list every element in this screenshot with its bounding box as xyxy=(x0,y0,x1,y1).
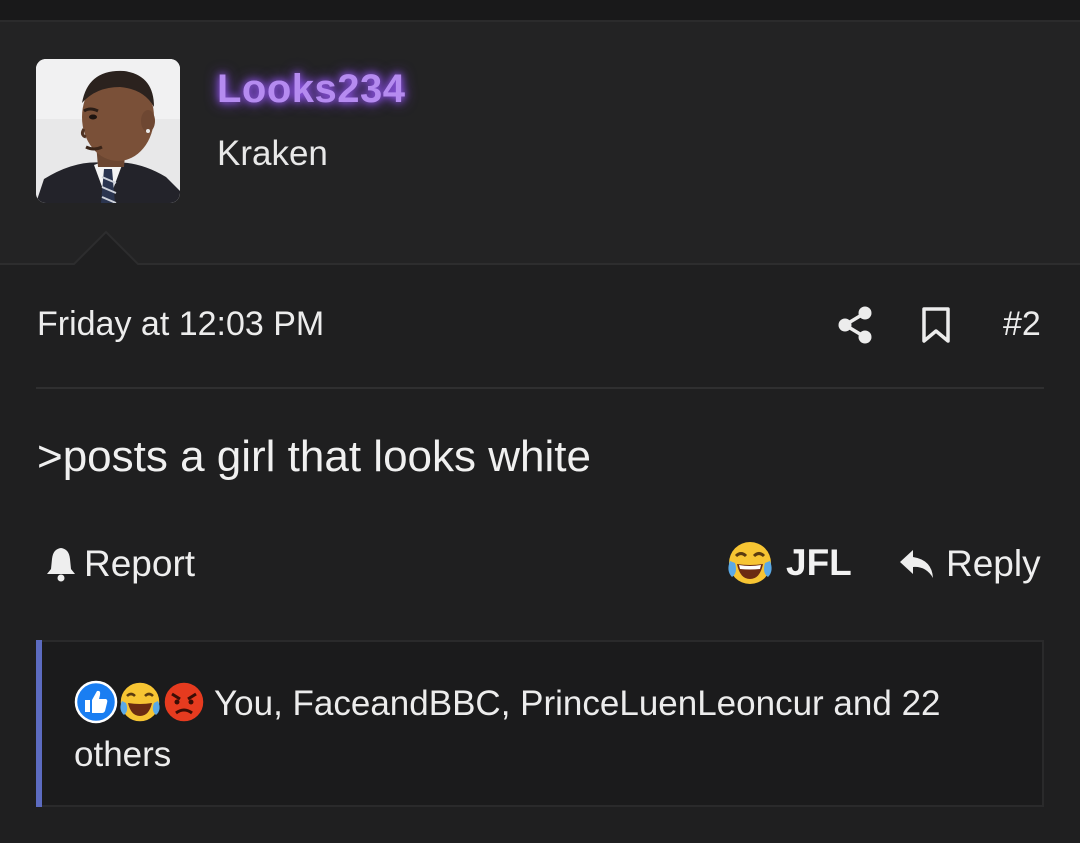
post-number-link[interactable]: #2 xyxy=(1003,305,1041,344)
avatar-photo xyxy=(36,59,180,203)
reactions-summary: You, FaceandBBC, PrinceLuenLeoncur and 2… xyxy=(36,640,1044,807)
reaction-button[interactable]: JFL xyxy=(726,538,852,588)
reactions-text: You, FaceandBBC, PrinceLuenLeoncur and 2… xyxy=(74,684,941,774)
user-title: Kraken xyxy=(217,134,328,173)
reply-button[interactable]: Reply xyxy=(898,540,1041,588)
meta-divider xyxy=(36,387,1044,389)
post-content: >posts a girl that looks white xyxy=(37,432,591,481)
reactions-accent-bar xyxy=(36,640,42,807)
user-avatar[interactable] xyxy=(36,59,180,203)
reactor-you[interactable]: You xyxy=(214,684,273,723)
header-pointer-arrow xyxy=(73,230,139,265)
bookmark-icon[interactable] xyxy=(920,306,952,344)
post-user-header: Looks234 Kraken xyxy=(0,22,1080,265)
report-label: Report xyxy=(84,543,196,584)
top-strip xyxy=(0,0,1080,22)
report-button[interactable]: Report xyxy=(44,540,195,588)
reactor-princeluenleoncur[interactable]: PrinceLuenLeoncur xyxy=(520,684,824,723)
bell-icon xyxy=(47,548,75,582)
reply-label: Reply xyxy=(946,543,1041,584)
reaction-label: JFL xyxy=(786,542,852,583)
laughing-crying-icon xyxy=(728,542,772,584)
reply-icon xyxy=(900,550,933,578)
post-date[interactable]: Friday at 12:03 PM xyxy=(37,305,324,344)
share-icon[interactable] xyxy=(837,306,873,344)
reactor-faceandbbc[interactable]: FaceandBBC xyxy=(293,684,501,723)
username[interactable]: Looks234 xyxy=(217,67,406,112)
